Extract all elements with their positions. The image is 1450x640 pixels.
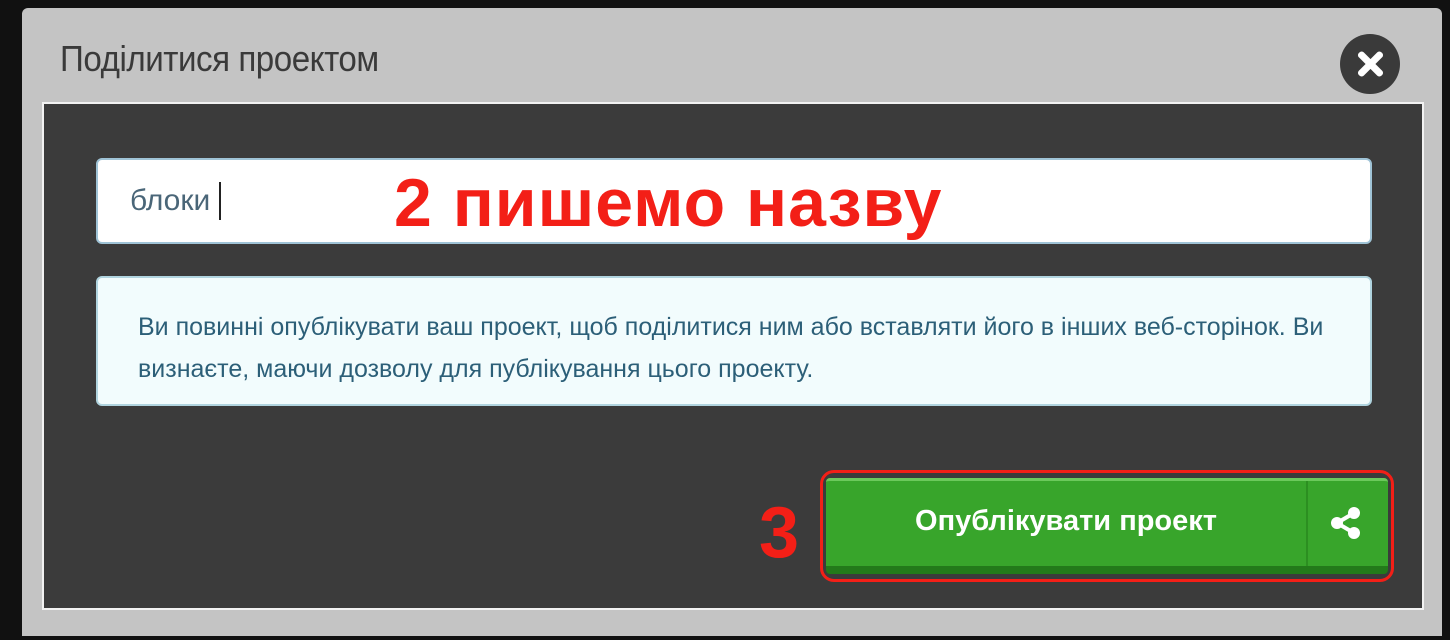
annotation-step-2: 2 пишемо назву (394, 165, 943, 241)
share-project-dialog: Поділитися проектом блоки 2 пишемо назву… (22, 8, 1442, 636)
share-icon (1331, 507, 1360, 539)
publish-info-box: Ви повинні опублікувати ваш проект, щоб … (96, 276, 1372, 406)
annotation-step-3: 3 (759, 493, 800, 573)
project-name-input[interactable]: блоки 2 пишемо назву (96, 158, 1372, 244)
publish-button-label: Опублікувати проект (915, 505, 1217, 537)
text-caret (219, 182, 221, 220)
button-divider (1306, 481, 1308, 566)
project-name-value: блоки (130, 184, 211, 217)
publish-project-button[interactable]: Опублікувати проект (826, 478, 1388, 574)
dialog-title: Поділитися проектом (60, 38, 379, 79)
close-icon[interactable] (1340, 34, 1400, 94)
dialog-body: блоки 2 пишемо назву Ви повинні опубліку… (42, 102, 1424, 610)
publish-info-text: Ви повинні опублікувати ваш проект, щоб … (138, 313, 1324, 383)
